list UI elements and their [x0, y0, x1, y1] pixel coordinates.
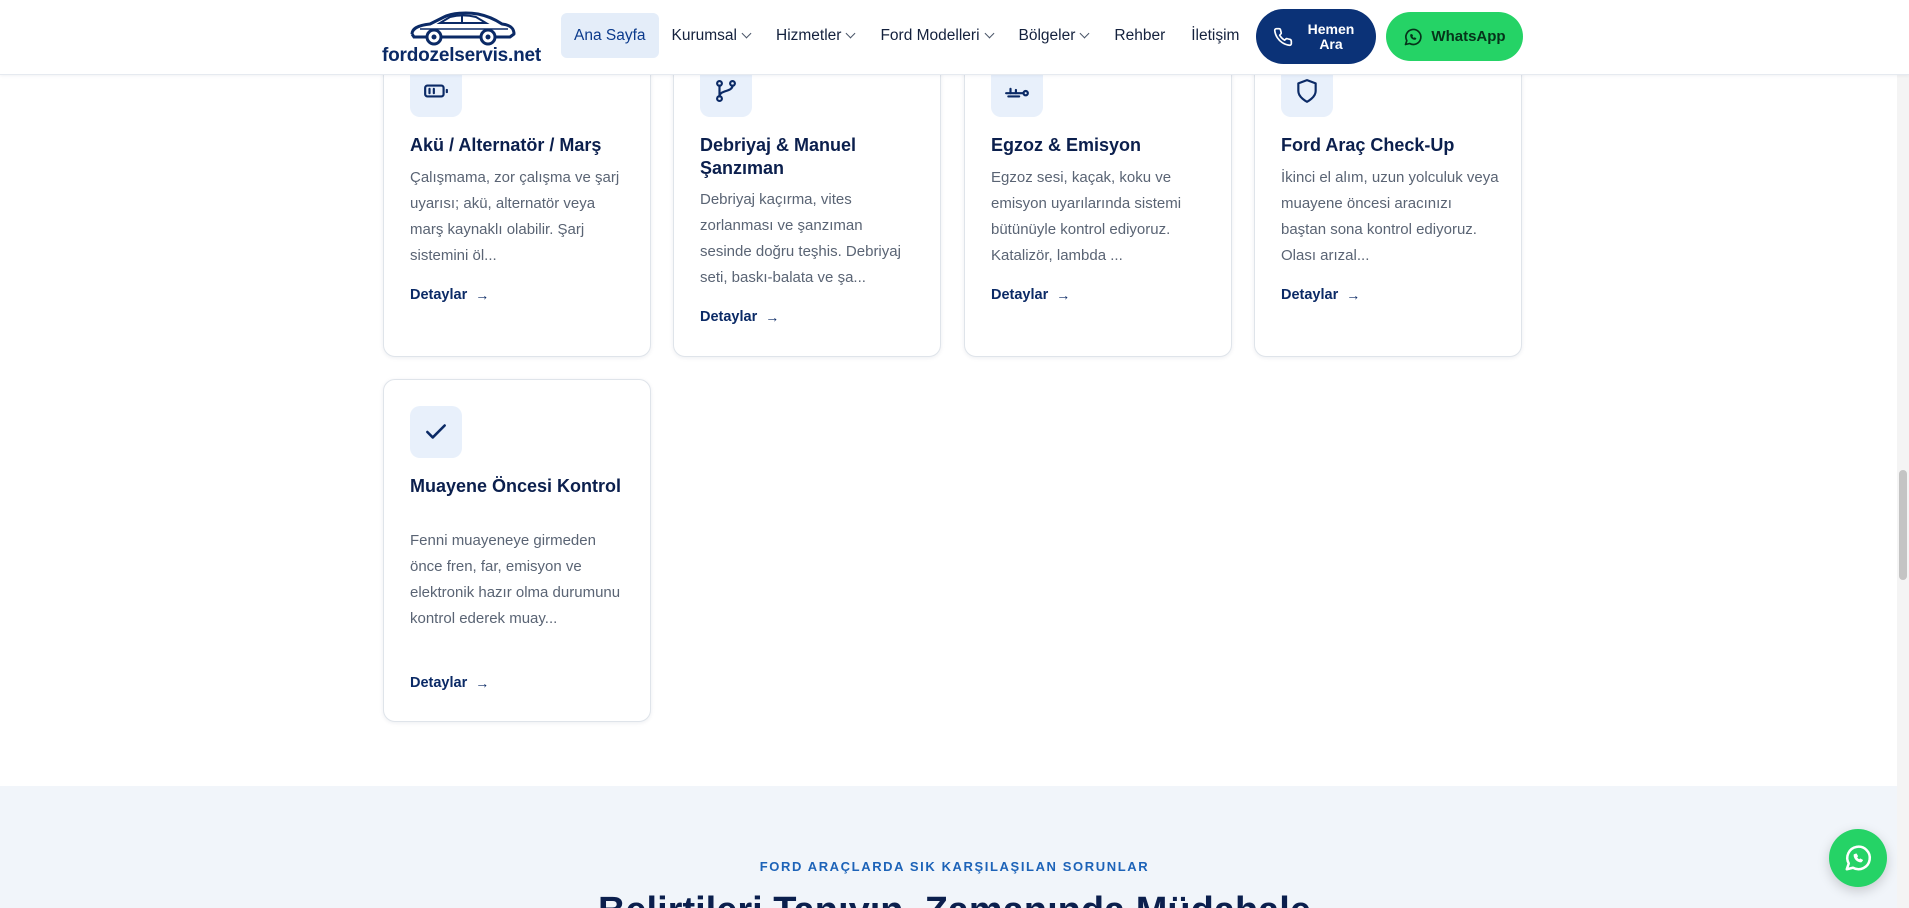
site-header: fordozelservis.net Ana Sayfa Kurumsal Hi…	[0, 0, 1909, 75]
logo-text: fordozelservis.net	[382, 45, 542, 66]
card-title: Muayene Öncesi Kontrol	[410, 476, 622, 496]
whatsapp-icon	[1405, 28, 1423, 45]
main-nav: Ana Sayfa Kurumsal Hizmetler Ford Modell…	[561, 13, 1252, 58]
card-description: Fenni muayeneye girmeden önce fren, far,…	[410, 532, 621, 627]
section-eyebrow: FORD ARAÇLARDA SIK KARŞILAŞILAN SORUNLAR	[759, 859, 1150, 874]
service-card[interactable]: Ford Araç Check-Up İkinci el alım, uzun …	[1254, 40, 1522, 357]
nav-label: Kurumsal	[671, 26, 737, 44]
call-now-button[interactable]: Hemen Ara	[1256, 9, 1376, 64]
whatsapp-button-label: WhatsApp	[1431, 28, 1506, 45]
arrow-right-icon: →	[1346, 287, 1361, 303]
card-title: Ford Araç Check-Up	[1281, 135, 1455, 155]
nav-label: Ana Sayfa	[574, 26, 646, 44]
details-link[interactable]: Detaylar →	[991, 287, 1070, 303]
details-link-label: Detaylar	[991, 287, 1049, 303]
details-link[interactable]: Detaylar →	[410, 675, 489, 691]
card-icon-box	[410, 406, 462, 458]
call-label-line2: Ara	[1319, 35, 1343, 52]
chevron-down-icon	[741, 28, 752, 39]
nav-label: İletişim	[1191, 26, 1240, 44]
battery-icon	[424, 84, 448, 98]
arrow-right-icon: →	[765, 309, 780, 325]
chevron-down-icon	[1079, 28, 1090, 39]
exhaust-icon	[1005, 87, 1029, 98]
details-link[interactable]: Detaylar →	[1281, 287, 1360, 303]
nav-item-ford-modelleri[interactable]: Ford Modelleri	[867, 13, 1005, 58]
whatsapp-icon	[1845, 845, 1872, 871]
card-description: Egzoz sesi, kaçak, koku ve emisyon uyarı…	[991, 169, 1182, 264]
check-icon	[426, 424, 446, 439]
card-description: Debriyaj kaçırma, vites zorlanması ve şa…	[700, 191, 901, 286]
card-description: İkinci el alım, uzun yolculuk veya muaye…	[1281, 169, 1499, 264]
page-scrollbar[interactable]	[1897, 0, 1909, 908]
site-logo[interactable]: fordozelservis.net	[382, 8, 542, 66]
chevron-down-icon	[846, 28, 856, 39]
card-title: Akü / Alternatör / Marş	[410, 135, 602, 155]
arrow-right-icon: →	[1056, 287, 1071, 303]
service-card[interactable]: Muayene Öncesi Kontrol Fenni muayeneye g…	[383, 379, 651, 722]
nav-item-rehber[interactable]: Rehber	[1101, 13, 1178, 58]
card-description: Çalışmama, zor çalışma ve şarj uyarısı; …	[410, 169, 620, 264]
nav-item-bolgeler[interactable]: Bölgeler	[1006, 13, 1102, 58]
nav-item-kurumsal[interactable]: Kurumsal	[659, 13, 763, 58]
shield-icon	[1297, 79, 1317, 103]
call-label-line1: Hemen	[1307, 20, 1355, 37]
nav-label: Rehber	[1114, 26, 1166, 44]
section-title: Belirtileri Tanıyın, Zamanında Müdahale	[0, 890, 1909, 908]
git-branch-icon	[716, 79, 736, 103]
card-title: Debriyaj & Manuel Şanzıman	[700, 135, 857, 178]
arrow-right-icon: →	[475, 675, 490, 691]
common-problems-section: FORD ARAÇLARDA SIK KARŞILAŞILAN SORUNLAR…	[0, 786, 1909, 908]
details-link-label: Detaylar	[410, 287, 468, 303]
nav-item-iletisim[interactable]: İletişim	[1178, 13, 1252, 58]
details-link-label: Detaylar	[410, 675, 468, 691]
call-button-label: Hemen Ara	[1303, 20, 1359, 52]
nav-label: Bölgeler	[1018, 26, 1076, 44]
details-link[interactable]: Detaylar →	[700, 309, 779, 325]
phone-icon	[1273, 27, 1293, 46]
service-card[interactable]: Egzoz & Emisyon Egzoz sesi, kaçak, koku …	[964, 40, 1232, 357]
scrollbar-thumb[interactable]	[1899, 470, 1907, 580]
nav-label: Hizmetler	[776, 26, 842, 44]
car-logo-icon	[410, 11, 516, 46]
nav-item-ana-sayfa[interactable]: Ana Sayfa	[561, 13, 659, 58]
details-link-label: Detaylar	[1281, 287, 1339, 303]
service-card[interactable]: Debriyaj & Manuel Şanzıman Debriyaj kaçı…	[673, 40, 941, 357]
floating-whatsapp-button[interactable]	[1829, 829, 1887, 887]
whatsapp-button[interactable]: WhatsApp	[1386, 12, 1523, 61]
nav-item-hizmetler[interactable]: Hizmetler	[763, 13, 867, 58]
chevron-down-icon	[984, 28, 994, 39]
nav-label: Ford Modelleri	[880, 26, 980, 44]
details-link-label: Detaylar	[700, 309, 758, 325]
service-card[interactable]: Akü / Alternatör / Marş Çalışmama, zor ç…	[383, 40, 651, 357]
details-link[interactable]: Detaylar →	[410, 287, 489, 303]
arrow-right-icon: →	[475, 287, 490, 303]
card-title: Egzoz & Emisyon	[991, 135, 1142, 155]
